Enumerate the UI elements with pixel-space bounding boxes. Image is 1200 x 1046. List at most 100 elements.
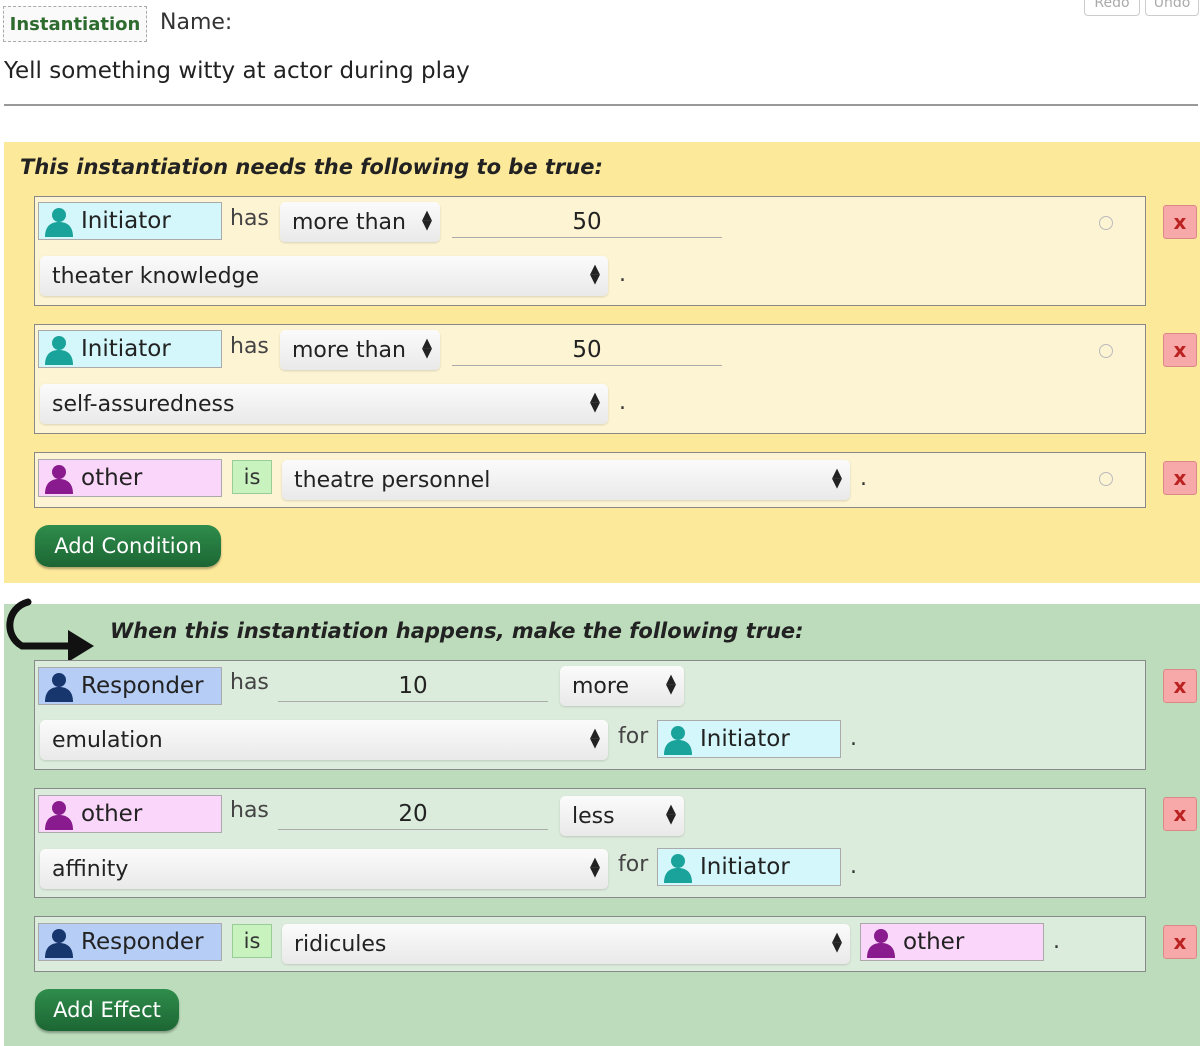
updown-arrows-icon: ▲ ▼ [590,390,600,415]
select-value: less [572,803,615,829]
role-label: Initiator [700,854,790,880]
attribute-select[interactable]: theater knowledge ▲ ▼ [40,256,608,296]
person-icon [43,926,75,958]
value-input[interactable]: 20 [278,798,548,830]
add-effect-button[interactable]: Add Effect [35,989,179,1031]
role-label: other [81,465,143,491]
person-icon [43,462,75,494]
role-label: Responder [81,929,204,955]
updown-arrows-icon: ▲ ▼ [422,336,432,361]
is-verb: is [232,460,272,494]
delete-condition-button[interactable]: x [1163,333,1197,367]
role-initiator[interactable]: Initiator [657,720,841,758]
person-icon [662,851,694,883]
undo-button[interactable]: Undo [1145,0,1199,16]
role-label: other [903,929,965,955]
comparator-select[interactable]: more than ▲ ▼ [280,202,440,242]
period: . [850,726,857,751]
person-icon [43,205,75,237]
updown-arrows-icon: ▲ ▼ [832,930,842,955]
person-icon [865,926,897,958]
value-input[interactable]: 10 [278,670,548,702]
close-icon: x [1173,466,1187,490]
updown-arrows-icon: ▲ ▼ [666,802,676,827]
updown-arrows-icon: ▲ ▼ [832,466,842,491]
verb-text: has [230,670,269,695]
direction-select[interactable]: more ▲ ▼ [560,666,684,706]
select-value: theatre personnel [294,467,491,493]
clock-icon[interactable] [1099,216,1113,230]
attribute-select[interactable]: affinity ▲ ▼ [40,849,608,889]
select-value: more than [292,209,406,235]
updown-arrows-icon: ▲ ▼ [590,726,600,751]
delete-condition-button[interactable]: x [1163,461,1197,495]
role-initiator[interactable]: Initiator [657,848,841,886]
add-condition-button[interactable]: Add Condition [35,525,221,567]
role-responder[interactable]: Responder [38,667,222,705]
delete-effect-button[interactable]: x [1163,925,1197,959]
close-icon: x [1173,338,1187,362]
role-label: other [81,801,143,827]
direction-select[interactable]: less ▲ ▼ [560,796,684,836]
role-responder[interactable]: Responder [38,923,222,961]
conditions-heading: This instantiation needs the following t… [20,155,603,179]
effects-heading: When this instantiation happens, make th… [110,619,804,643]
select-value: more than [292,337,406,363]
select-value: theater knowledge [52,263,260,289]
select-value: ridicules [294,931,387,957]
verb-text: has [230,334,269,359]
role-initiator[interactable]: Initiator [38,330,222,368]
delete-effect-button[interactable]: x [1163,797,1197,831]
select-value: more [572,673,629,699]
period: . [1053,929,1060,954]
is-verb: is [232,924,272,958]
attribute-select[interactable]: ridicules ▲ ▼ [282,924,850,964]
updown-arrows-icon: ▲ ▼ [422,208,432,233]
clock-icon[interactable] [1099,344,1113,358]
attribute-select[interactable]: self-assuredness ▲ ▼ [40,384,608,424]
person-icon [43,333,75,365]
attribute-select[interactable]: emulation ▲ ▼ [40,720,608,760]
updown-arrows-icon: ▲ ▼ [590,855,600,880]
person-icon [662,723,694,755]
value-input[interactable]: 50 [452,334,722,366]
role-label: Responder [81,673,204,699]
for-text: for [618,852,649,877]
for-text: for [618,724,649,749]
period: . [850,854,857,879]
period: . [619,262,626,287]
role-other[interactable]: other [860,923,1044,961]
close-icon: x [1173,802,1187,826]
select-value: self-assuredness [52,391,235,417]
clock-icon[interactable] [1099,472,1113,486]
person-icon [43,670,75,702]
divider [4,104,1198,106]
role-other[interactable]: other [38,795,222,833]
value-input[interactable]: 50 [452,206,722,238]
period: . [619,390,626,415]
delete-effect-button[interactable]: x [1163,669,1197,703]
curved-arrow-icon [6,598,94,662]
comparator-select[interactable]: more than ▲ ▼ [280,330,440,370]
role-label: Initiator [700,726,790,752]
updown-arrows-icon: ▲ ▼ [666,672,676,697]
delete-condition-button[interactable]: x [1163,205,1197,239]
person-icon [43,798,75,830]
period: . [860,466,867,491]
close-icon: x [1173,210,1187,234]
name-label: Name: [160,10,233,35]
close-icon: x [1173,930,1187,954]
attribute-select[interactable]: theatre personnel ▲ ▼ [282,460,850,500]
verb-text: has [230,798,269,823]
role-other[interactable]: other [38,459,222,497]
select-value: affinity [52,856,129,882]
instantiation-name[interactable]: Yell something witty at actor during pla… [4,58,470,84]
close-icon: x [1173,674,1187,698]
role-initiator[interactable]: Initiator [38,202,222,240]
role-label: Initiator [81,208,171,234]
verb-text: has [230,206,269,231]
updown-arrows-icon: ▲ ▼ [590,262,600,287]
select-value: emulation [52,727,163,753]
redo-button[interactable]: Redo [1084,0,1140,16]
role-label: Initiator [81,336,171,362]
